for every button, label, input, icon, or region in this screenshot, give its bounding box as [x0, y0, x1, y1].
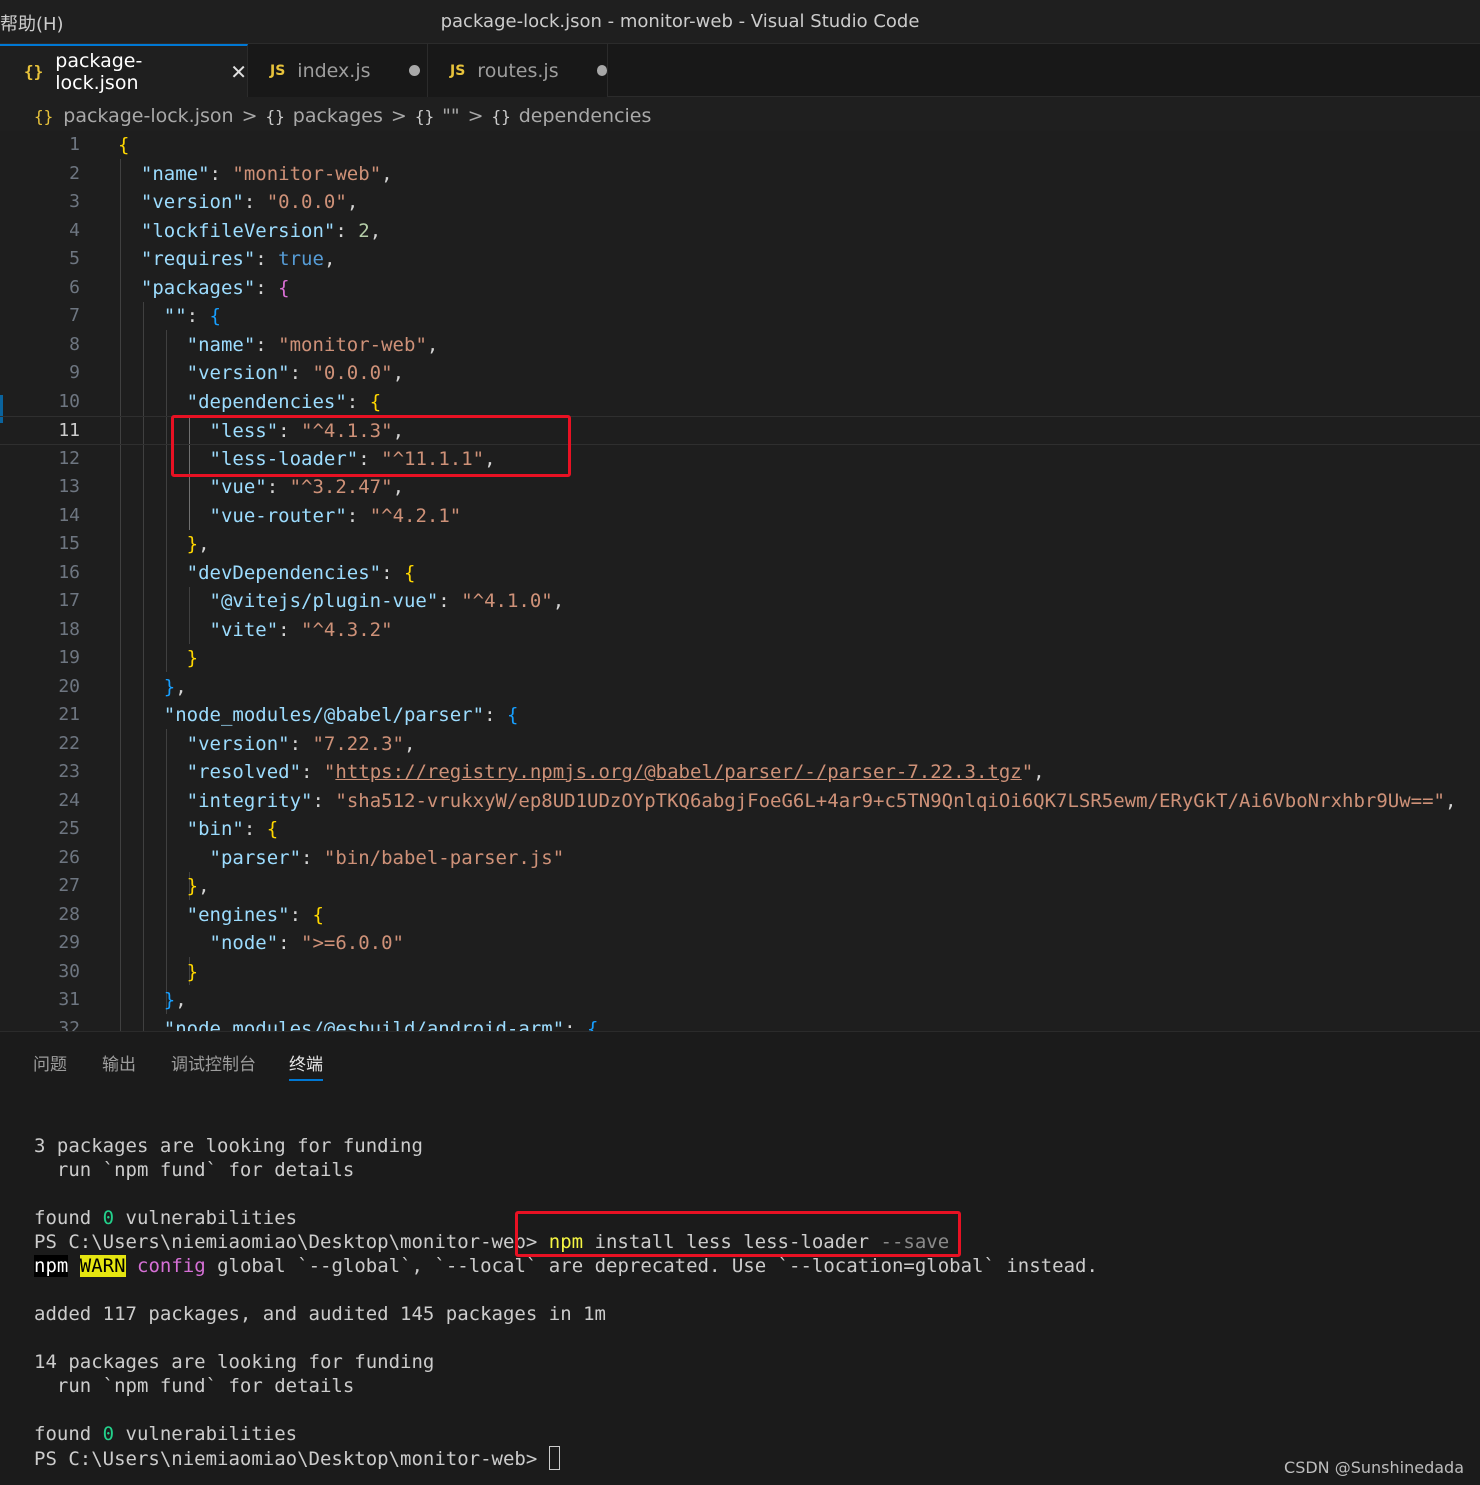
breadcrumb-separator: > — [241, 105, 258, 127]
unsaved-dot-icon[interactable] — [596, 65, 607, 76]
watermark: CSDN @Sunshinedada — [1284, 1458, 1464, 1477]
code-line: 7 "": { — [69, 305, 221, 327]
js-file-icon: JS — [270, 62, 286, 79]
code-line: 30 } — [58, 960, 199, 983]
code-line: 15 }, — [58, 533, 210, 555]
code-editor[interactable]: 1{ 2 "name": "monitor-web", 3 "version":… — [0, 131, 1480, 1031]
terminal-cursor — [548, 1446, 560, 1470]
code-line: 1{ — [69, 134, 130, 156]
terminal-line: 14 packages are looking for funding — [34, 1351, 435, 1373]
registry-link[interactable]: https://registry.npmjs.org/@babel/parser… — [335, 761, 1021, 783]
code-line: 23 "resolved": "https://registry.npmjs.o… — [58, 761, 1045, 783]
terminal-line: found 0 vulnerabilities — [34, 1207, 298, 1229]
title-bar: 帮助(H) package-lock.json - monitor-web - … — [0, 0, 1480, 44]
code-line: 19 } — [58, 647, 199, 669]
code-line: 26 "parser": "bin/babel-parser.js" — [58, 846, 565, 869]
code-line: 14 "vue-router": "^4.2.1" — [58, 504, 462, 527]
code-line: 28 "engines": { — [58, 903, 324, 926]
code-line: 13 "vue": "^3.2.47", — [58, 476, 405, 498]
bottom-panel: 问题 输出 调试控制台 终端 3 packages are looking fo… — [0, 1031, 1480, 1485]
panel-tab-debug-console[interactable]: 调试控制台 — [171, 1050, 256, 1075]
json-file-icon: {} — [34, 106, 54, 126]
tab-index-js[interactable]: JS index.js — [248, 44, 428, 97]
code-line: 8 "name": "monitor-web", — [69, 333, 439, 356]
code-line: 16 "devDependencies": { — [58, 561, 416, 584]
tab-label: routes.js — [477, 59, 559, 82]
breadcrumb-separator: > — [390, 105, 407, 127]
code-line: 9 "version": "0.0.0", — [69, 362, 405, 384]
breadcrumb-dependencies[interactable]: dependencies — [519, 105, 652, 127]
breadcrumb: {} package-lock.json > {} packages > {} … — [0, 97, 1480, 135]
code-line: 3 "version": "0.0.0", — [69, 191, 359, 213]
window-title: package-lock.json - monitor-web - Visual… — [440, 11, 920, 32]
tab-label: package-lock.json — [55, 49, 143, 94]
highlight-box-command — [515, 1211, 961, 1257]
terminal-line: run `npm fund` for details — [34, 1375, 355, 1397]
highlight-box-dependencies — [171, 415, 571, 477]
terminal-warning-line: npm WARN config global `--global`, `--lo… — [34, 1255, 1098, 1277]
breadcrumb-packages[interactable]: packages — [293, 105, 383, 127]
editor-tab-bar: {} package-lock.json ✕ JS index.js JS ro… — [0, 44, 1480, 97]
unsaved-dot-icon[interactable] — [408, 65, 420, 76]
terminal-line: run `npm fund` for details — [34, 1159, 355, 1181]
code-line: 27 }, — [58, 875, 210, 897]
js-file-icon: JS — [450, 62, 466, 79]
code-line: 17 "@vitejs/plugin-vue": "^4.1.0", — [58, 590, 565, 612]
breadcrumb-root-package[interactable]: "" — [442, 105, 459, 127]
tab-package-lock-json[interactable]: {} package-lock.json ✕ — [0, 44, 248, 97]
code-line: 10 "dependencies": { — [58, 390, 382, 413]
object-icon: {} — [414, 106, 435, 126]
code-line: 29 "node": ">=6.0.0" — [58, 932, 404, 954]
code-line: 6 "packages": { — [69, 276, 290, 299]
object-icon: {} — [265, 106, 285, 126]
panel-tab-terminal[interactable]: 终端 — [289, 1050, 323, 1081]
code-line: 2 "name": "monitor-web", — [69, 162, 393, 185]
code-line: 4 "lockfileVersion": 2, — [69, 219, 382, 242]
terminal-prompt[interactable]: PS C:\Users\niemiaomiao\Desktop\monitor-… — [34, 1446, 560, 1471]
code-line: 20 }, — [58, 675, 187, 698]
code-line: 24 "integrity": "sha512-vrukxyW/ep8UD1UD… — [58, 789, 1457, 812]
panel-tab-problems[interactable]: 问题 — [33, 1050, 67, 1075]
json-file-icon: {} — [24, 62, 44, 81]
code-line: 32 "node_modules/@esbuild/android-arm": … — [58, 1017, 599, 1032]
tab-label: index.js — [297, 59, 371, 82]
terminal-line: added 117 packages, and audited 145 pack… — [34, 1303, 606, 1325]
code-line: 5 "requires": true, — [69, 248, 336, 270]
close-icon[interactable]: ✕ — [230, 60, 247, 84]
code-line: 21 "node_modules/@babel/parser": { — [58, 704, 519, 726]
terminal-line: found 0 vulnerabilities — [34, 1423, 298, 1445]
code-line: 18 "vite": "^4.3.2" — [58, 618, 393, 641]
code-line: 25 "bin": { — [58, 818, 279, 840]
code-line: 31 }, — [58, 989, 187, 1011]
tab-routes-js[interactable]: JS routes.js — [428, 44, 608, 97]
terminal-line: 3 packages are looking for funding — [34, 1135, 423, 1157]
breadcrumb-file[interactable]: package-lock.json — [63, 105, 233, 127]
object-icon: {} — [491, 106, 511, 126]
breadcrumb-separator: > — [467, 105, 484, 127]
code-line: 22 "version": "7.22.3", — [58, 732, 416, 755]
panel-tab-output[interactable]: 输出 — [102, 1050, 136, 1075]
